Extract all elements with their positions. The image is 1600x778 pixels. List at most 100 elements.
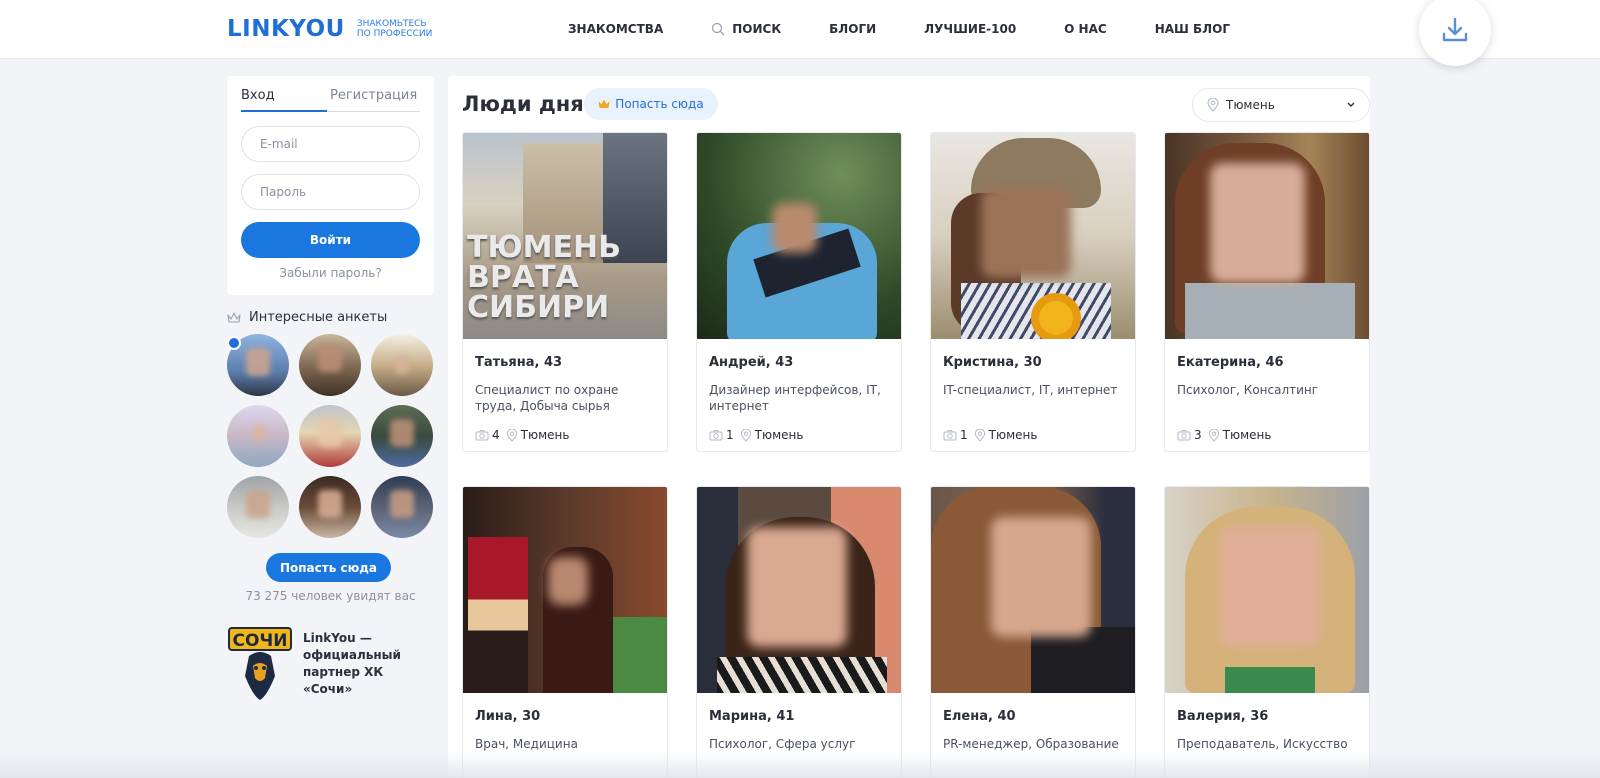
profile-city: Тюмень: [1222, 428, 1272, 442]
profile-photo: [1165, 133, 1369, 339]
crown-icon: [598, 99, 610, 108]
email-field[interactable]: E-mail: [241, 126, 420, 162]
avatar[interactable]: [299, 334, 361, 396]
avatar[interactable]: [299, 405, 361, 467]
nav-search-label: ПОИСК: [732, 22, 782, 36]
profile-name: Марина, 41: [709, 709, 795, 724]
city-select-value: Тюмень: [1226, 98, 1275, 112]
get-featured-button[interactable]: Попасть сюда: [266, 553, 391, 582]
nav-blogs[interactable]: БЛОГИ: [829, 22, 876, 36]
avatar[interactable]: [227, 476, 289, 538]
profile-photo: ТЮМЕНЬ ВРАТА СИБИРИ: [463, 133, 667, 339]
avatar[interactable]: [371, 334, 433, 396]
city-select[interactable]: Тюмень: [1192, 88, 1370, 122]
profile-photo: [697, 487, 901, 693]
profile-photo: [1165, 487, 1369, 693]
photo-count: 3: [1194, 428, 1202, 442]
profile-card[interactable]: Валерия, 36 Преподаватель, Искусство: [1164, 486, 1370, 778]
partner-text: LinkYou — официальный партнер ХК «Сочи»: [303, 631, 401, 696]
profile-job: PR-менеджер, Образование: [943, 737, 1119, 751]
profile-card[interactable]: ТЮМЕНЬ ВРАТА СИБИРИ Татьяна, 43 Специали…: [462, 132, 668, 452]
profile-job: Психолог, Сфера услуг: [709, 737, 856, 751]
avatar[interactable]: [299, 476, 361, 538]
profile-card[interactable]: Елена, 40 PR-менеджер, Образование: [930, 486, 1136, 778]
get-featured-pill[interactable]: Попасть сюда: [584, 88, 718, 120]
interesting-profiles-title: Интересные анкеты: [227, 310, 387, 325]
nav-dating[interactable]: ЗНАКОМСТВА: [568, 22, 663, 36]
forgot-password-link[interactable]: Забыли пароль?: [241, 266, 420, 280]
viewers-count-text: 73 275 человек увидят вас: [245, 589, 416, 603]
nav-top-100[interactable]: ЛУЧШИЕ-100: [924, 22, 1016, 36]
search-icon: [712, 22, 725, 36]
login-card: Вход Регистрация E-mail Пароль Войти Заб…: [227, 76, 434, 295]
location-pin-icon: [740, 428, 751, 442]
crown-icon: [227, 311, 241, 323]
profile-job: Дизайнер интерфейсов, IT, интернет: [709, 383, 881, 413]
profile-name: Татьяна, 43: [475, 355, 563, 370]
get-featured-pill-label: Попасть сюда: [615, 97, 704, 111]
profile-city: Тюмень: [754, 428, 804, 442]
top-header: LINKYOU ЗНАКОМЬТЕСЬ ПО ПРОФЕССИИ ЗНАКОМС…: [0, 0, 1600, 66]
location-pin-icon: [506, 428, 517, 442]
svg-text:СОЧИ: СОЧИ: [233, 631, 288, 651]
profile-card[interactable]: Марина, 41 Психолог, Сфера услуг: [696, 486, 902, 778]
profile-photo: [931, 487, 1135, 693]
profile-job: Преподаватель, Искусство: [1177, 737, 1348, 751]
logo-tagline: ЗНАКОМЬТЕСЬ ПО ПРОФЕССИИ: [356, 19, 433, 39]
logo[interactable]: LINKYOU ЗНАКОМЬТЕСЬ ПО ПРОФЕССИИ: [227, 16, 432, 42]
download-icon: [1442, 17, 1468, 42]
profile-name: Валерия, 36: [1177, 709, 1269, 724]
tab-login[interactable]: Вход: [241, 88, 327, 112]
main-nav: ЗНАКОМСТВА ПОИСК БЛОГИ ЛУЧШИЕ-100 О НАС …: [568, 22, 1278, 36]
location-pin-icon: [1207, 98, 1219, 112]
download-app-button[interactable]: [1419, 0, 1491, 66]
profile-meta: 4 Тюмень: [475, 428, 569, 442]
photo-count: 1: [726, 428, 734, 442]
location-pin-icon: [974, 428, 985, 442]
profile-job: Психолог, Консалтинг: [1177, 383, 1319, 397]
camera-icon: [709, 430, 723, 441]
chevron-down-icon: [1347, 102, 1355, 107]
partner-block[interactable]: СОЧИ LinkYou — официальный партнер ХК «С…: [227, 626, 429, 702]
interesting-avatars: [227, 334, 434, 538]
page-title: Люди дня: [462, 92, 584, 116]
password-field[interactable]: Пароль: [241, 174, 420, 210]
photo-count: 4: [492, 428, 500, 442]
avatar[interactable]: [371, 476, 433, 538]
nav-search[interactable]: ПОИСК: [711, 22, 781, 36]
profile-job: Врач, Медицина: [475, 737, 578, 751]
people-of-day-panel: Люди дня Попасть сюда Тюмень ТЮМЕНЬ ВРАТ…: [448, 76, 1370, 778]
bottom-shadow: [0, 752, 1600, 778]
nav-about[interactable]: О НАС: [1064, 22, 1107, 36]
profile-city: Тюмень: [520, 428, 570, 442]
profile-card[interactable]: Екатерина, 46 Психолог, Консалтинг 3 Тюм…: [1164, 132, 1370, 452]
profile-job: Специалист по охране труда, Добыча сырья: [475, 383, 619, 413]
profile-photo: [931, 133, 1135, 339]
logo-wordmark: LINKYOU: [227, 16, 345, 42]
profile-job: IT-специалист, IT, интернет: [943, 383, 1118, 397]
profile-name: Лина, 30: [475, 709, 541, 724]
profile-card[interactable]: Лина, 30 Врач, Медицина: [462, 486, 668, 778]
nav-our-blog[interactable]: НАШ БЛОГ: [1155, 22, 1230, 36]
profile-name: Елена, 40: [943, 709, 1016, 724]
interesting-profiles-label: Интересные анкеты: [249, 310, 388, 325]
profile-photo: [697, 133, 901, 339]
profile-name: Кристина, 30: [943, 355, 1042, 370]
auth-tabs: Вход Регистрация: [241, 88, 420, 112]
profile-card[interactable]: Кристина, 30 IT-специалист, IT, интернет…: [930, 132, 1136, 452]
camera-icon: [1177, 430, 1191, 441]
profile-name: Екатерина, 46: [1177, 355, 1284, 370]
star-badge-icon: [227, 336, 241, 350]
camera-icon: [475, 430, 489, 441]
login-button[interactable]: Войти: [241, 222, 420, 258]
location-pin-icon: [1208, 428, 1219, 442]
tab-register[interactable]: Регистрация: [327, 88, 417, 112]
avatar[interactable]: [227, 405, 289, 467]
profile-name: Андрей, 43: [709, 355, 794, 370]
profile-meta: 3 Тюмень: [1177, 428, 1271, 442]
profile-card[interactable]: Андрей, 43 Дизайнер интерфейсов, IT, инт…: [696, 132, 902, 452]
city-sign-photo: ТЮМЕНЬ ВРАТА СИБИРИ: [467, 230, 621, 325]
camera-icon: [943, 430, 957, 441]
photo-count: 1: [960, 428, 968, 442]
avatar[interactable]: [371, 405, 433, 467]
